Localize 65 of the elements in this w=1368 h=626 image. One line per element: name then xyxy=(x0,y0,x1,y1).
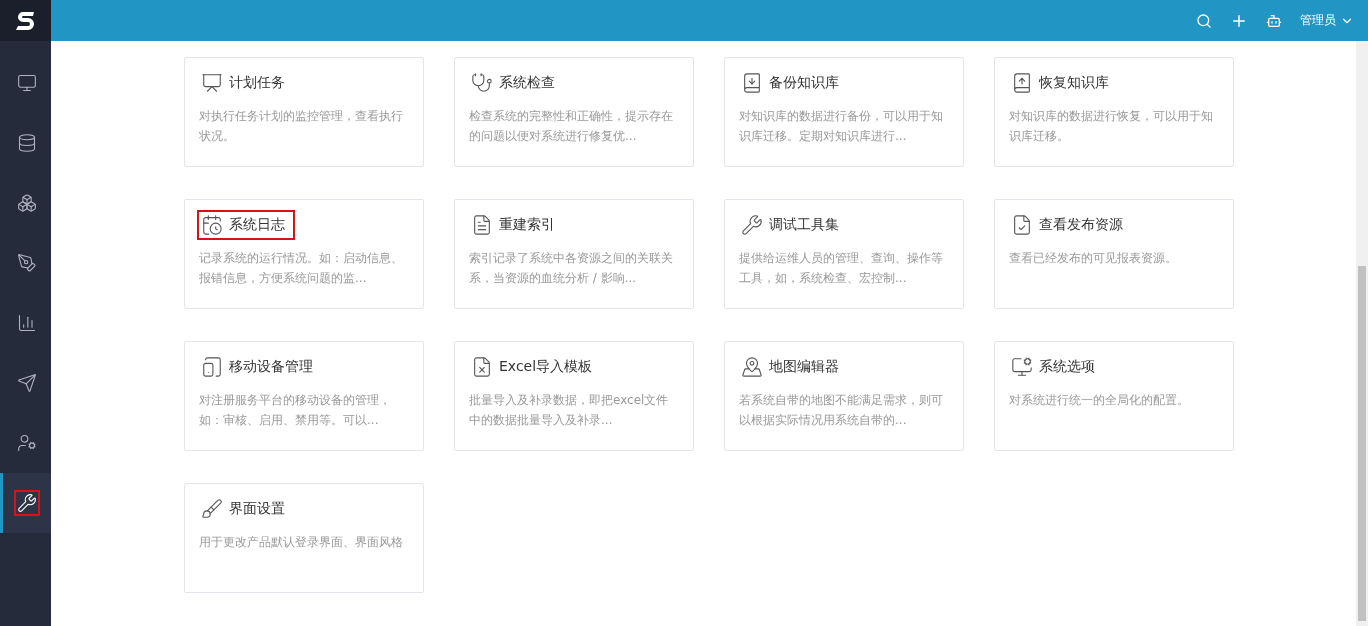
card-description: 对知识库的数据进行恢复，可以用于知识库迁移。 xyxy=(1009,108,1214,145)
tool-card[interactable]: 系统检查 检查系统的完整性和正确性，提示存在的问题以便对系统进行修复优... xyxy=(454,57,694,167)
card-description: 对执行任务计划的监控管理，查看执行状况。 xyxy=(199,108,404,145)
paper-plane-icon xyxy=(17,373,37,393)
card-title: 系统选项 xyxy=(1039,358,1095,376)
card-description: 检查系统的完整性和正确性，提示存在的问题以便对系统进行修复优... xyxy=(469,108,674,145)
map-pin-icon xyxy=(741,356,763,378)
card-description: 对系统进行统一的全局化的配置。 xyxy=(1009,392,1190,409)
tool-card[interactable]: 恢复知识库 对知识库的数据进行恢复，可以用于知识库迁移。 xyxy=(994,57,1234,167)
wrench-icon xyxy=(17,493,37,513)
document-check-icon xyxy=(1011,214,1033,236)
tool-card[interactable]: 查看发布资源 查看已经发布的可见报表资源。 xyxy=(994,199,1234,309)
logo-icon xyxy=(0,0,51,41)
sidebar-item[interactable] xyxy=(0,473,51,533)
tool-card[interactable]: 调试工具集 提供给运维人员的管理、查询、操作等工具，如，系统检查、宏控制... xyxy=(724,199,964,309)
card-title: 备份知识库 xyxy=(769,74,839,92)
card-title: 界面设置 xyxy=(229,500,285,518)
tool-card[interactable]: 地图编辑器 若系统自带的地图不能满足需求，则可以根据实际情况用系统自带的... xyxy=(724,341,964,451)
robot-icon[interactable] xyxy=(1266,12,1282,29)
wrench-icon xyxy=(741,214,763,236)
calendar-clock-icon xyxy=(201,214,223,236)
tool-card[interactable]: 计划任务 对执行任务计划的监控管理，查看执行状况。 xyxy=(184,57,424,167)
card-title: 移动设备管理 xyxy=(229,358,313,376)
monitor-icon xyxy=(17,73,37,93)
document-icon xyxy=(471,214,493,236)
card-description: 对知识库的数据进行备份，可以用于知识库迁移。定期对知识库进行... xyxy=(739,108,944,145)
brush-icon xyxy=(201,498,223,520)
book-icon xyxy=(1011,72,1033,94)
card-title: 地图编辑器 xyxy=(769,358,839,376)
tool-card[interactable]: 界面设置 用于更改产品默认登录界面、界面风格 xyxy=(184,483,424,593)
tablet-icon xyxy=(201,356,223,378)
bar-chart-icon xyxy=(17,313,37,333)
card-description: 若系统自带的地图不能满足需求，则可以根据实际情况用系统自带的... xyxy=(739,392,944,429)
scrollbar[interactable] xyxy=(1356,41,1368,626)
stethoscope-icon xyxy=(471,72,493,94)
user-gear-icon xyxy=(17,433,37,453)
card-description: 对注册服务平台的移动设备的管理，如：审核、启用、禁用等。可以... xyxy=(199,392,392,429)
tool-card[interactable]: 移动设备管理 对注册服务平台的移动设备的管理，如：审核、启用、禁用等。可以... xyxy=(184,341,424,451)
card-title: 重建索引 xyxy=(499,216,555,234)
tool-card[interactable]: 备份知识库 对知识库的数据进行备份，可以用于知识库迁移。定期对知识库进行... xyxy=(724,57,964,167)
card-description: 记录系统的运行情况。如：启动信息、报错信息，方便系统问题的监... xyxy=(199,250,404,287)
card-description: 提供给运维人员的管理、查询、操作等工具，如，系统检查、宏控制... xyxy=(739,250,944,287)
database-icon xyxy=(17,133,37,153)
card-title: Excel导入模板 xyxy=(499,358,593,376)
tool-card[interactable]: 系统选项 对系统进行统一的全局化的配置。 xyxy=(994,341,1234,451)
card-title: 查看发布资源 xyxy=(1039,216,1123,234)
monitor-gear-icon xyxy=(1011,356,1033,378)
tool-card[interactable]: Excel导入模板 批量导入及补录数据，即把excel文件中的数据批量导入及补录... xyxy=(454,341,694,451)
card-description: 用于更改产品默认登录界面、界面风格 xyxy=(199,534,404,551)
card-title: 计划任务 xyxy=(229,74,285,92)
document-x-icon xyxy=(471,356,493,378)
tool-card[interactable]: 系统日志 记录系统的运行情况。如：启动信息、报错信息，方便系统问题的监... xyxy=(184,199,424,309)
boxes-icon xyxy=(17,193,37,213)
card-title: 系统日志 xyxy=(229,216,285,234)
book-icon xyxy=(741,72,763,94)
card-description: 查看已经发布的可见报表资源。 xyxy=(1009,250,1178,267)
card-title: 调试工具集 xyxy=(769,216,839,234)
card-title: 系统检查 xyxy=(499,74,555,92)
pen-icon xyxy=(17,253,37,273)
card-description: 批量导入及补录数据，即把excel文件中的数据批量导入及补录... xyxy=(469,392,670,429)
chart-board-icon xyxy=(201,72,223,94)
search-icon[interactable] xyxy=(1196,12,1212,29)
card-description: 索引记录了系统中各资源之间的关联关系，当资源的血统分析 / 影响... xyxy=(469,250,674,287)
tool-card[interactable]: 重建索引 索引记录了系统中各资源之间的关联关系，当资源的血统分析 / 影响... xyxy=(454,199,694,309)
card-title: 恢复知识库 xyxy=(1039,74,1109,92)
